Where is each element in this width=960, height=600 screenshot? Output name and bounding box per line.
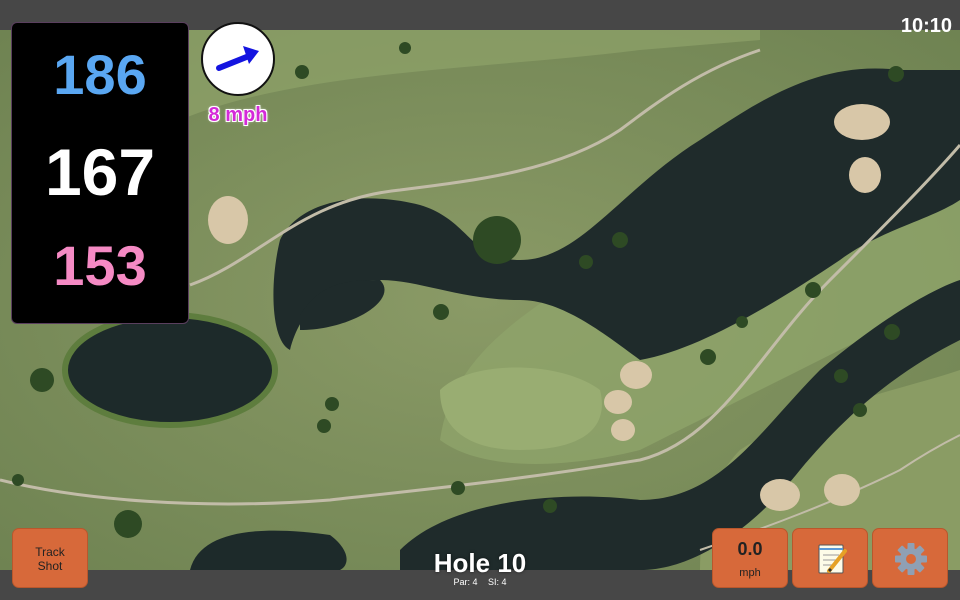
tree <box>834 369 848 383</box>
track-shot-label-line2: Shot <box>37 559 63 573</box>
tree <box>433 304 449 320</box>
golf-gps-screen: 10:10 186 167 153 8 mph Track Shot Hole … <box>0 0 960 600</box>
track-shot-button[interactable]: Track Shot <box>12 528 88 588</box>
tree <box>12 474 24 486</box>
tree <box>295 65 309 79</box>
tree <box>736 316 748 328</box>
tree <box>579 255 593 269</box>
bunker <box>611 419 635 441</box>
arrow-right-icon <box>216 46 259 71</box>
tree <box>451 481 465 495</box>
tree <box>884 324 900 340</box>
front-distance: 153 <box>53 234 147 297</box>
bunker <box>760 479 800 511</box>
bunker <box>620 361 652 389</box>
tree <box>700 349 716 365</box>
hole-title: Hole 10 <box>433 548 527 578</box>
water-hazard <box>62 312 278 428</box>
bunker <box>824 474 860 506</box>
bunker <box>849 157 881 193</box>
hole-par: Par: 4 <box>453 577 478 587</box>
tree <box>888 66 904 82</box>
tree <box>114 510 142 538</box>
tree <box>853 403 867 417</box>
tree <box>473 216 521 264</box>
notepad-icon <box>818 544 847 574</box>
tree <box>30 368 54 392</box>
distance-panel: 186 167 153 <box>11 22 189 324</box>
track-shot-label-line1: Track <box>35 545 65 559</box>
bunker <box>834 104 890 140</box>
hole-info: Par: 4 SI: 4 <box>380 577 580 587</box>
hole-stroke-index: SI: 4 <box>488 577 507 587</box>
wind-button-unit: mph <box>739 567 761 579</box>
tree <box>325 397 339 411</box>
clock: 10:10 <box>900 15 952 37</box>
wind-button-value: 0.0 <box>737 539 763 559</box>
gear-icon <box>895 543 927 575</box>
tree <box>543 499 557 513</box>
bunker <box>604 390 632 414</box>
wind-speed-button[interactable]: 0.0 mph <box>712 528 788 588</box>
tree <box>612 232 628 248</box>
notes-button[interactable] <box>792 528 868 588</box>
tree <box>399 42 411 54</box>
wind-direction-indicator <box>201 22 275 96</box>
back-distance: 186 <box>53 43 147 106</box>
tree <box>317 419 331 433</box>
settings-button[interactable] <box>872 528 948 588</box>
wind-speed-label: 8 mph <box>208 104 268 126</box>
bunker <box>208 196 248 244</box>
center-distance: 167 <box>44 135 156 209</box>
tree <box>805 282 821 298</box>
